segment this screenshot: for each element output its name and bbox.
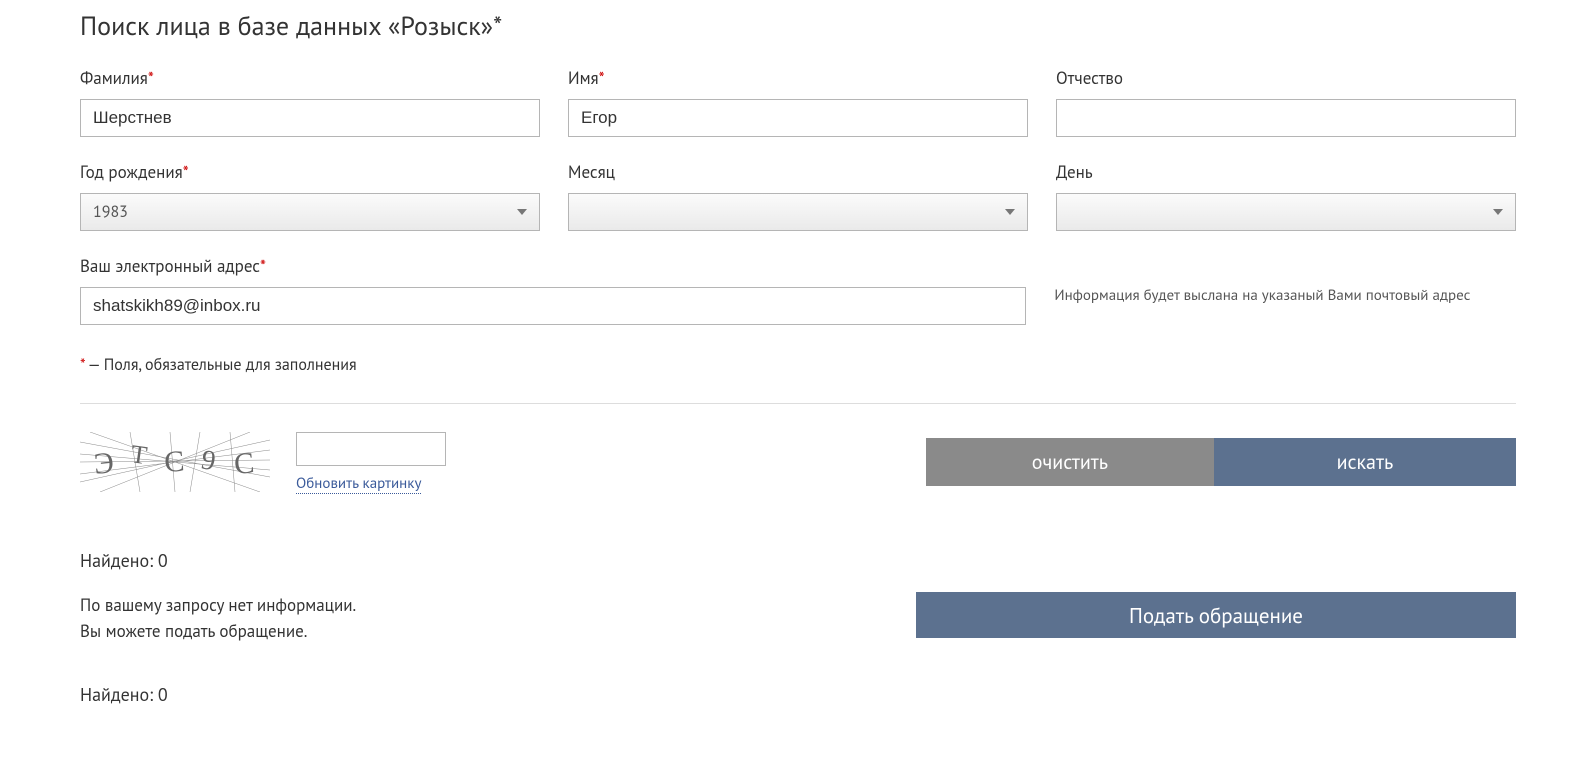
- surname-input[interactable]: [80, 99, 540, 137]
- captcha-refresh-link[interactable]: Обновить картинку: [296, 474, 421, 494]
- captcha-input[interactable]: [296, 432, 446, 466]
- birth-year-col: Год рождения* 1983: [80, 161, 540, 231]
- surname-col: Фамилия*: [80, 67, 540, 137]
- no-results-message: По вашему запросу нет информации. Вы мож…: [80, 592, 356, 645]
- patronymic-col: Отчество: [1056, 67, 1516, 137]
- svg-text:С: С: [163, 445, 185, 479]
- birth-year-select[interactable]: 1983: [80, 193, 540, 231]
- search-button[interactable]: искать: [1214, 438, 1516, 486]
- action-buttons: очистить искать: [926, 438, 1516, 486]
- day-label: День: [1056, 161, 1516, 183]
- email-col: Ваш электронный адрес*: [80, 255, 1026, 325]
- name-col: Имя*: [568, 67, 1028, 137]
- patronymic-label: Отчество: [1056, 67, 1516, 89]
- results-row: По вашему запросу нет информации. Вы мож…: [80, 592, 1516, 645]
- svg-text:Э: Э: [92, 446, 115, 481]
- results-block: Найдено: 0 По вашему запросу нет информа…: [80, 549, 1516, 706]
- svg-text:9: 9: [199, 444, 218, 477]
- email-note-col: Информация будет выслана на указаный Вам…: [1054, 255, 1516, 308]
- results-found-2: Найдено: 0: [80, 683, 1516, 706]
- day-col: День: [1056, 161, 1516, 231]
- chevron-down-icon: [1493, 209, 1503, 215]
- name-row: Фамилия* Имя* Отчество: [80, 67, 1516, 137]
- email-label: Ваш электронный адрес*: [80, 255, 1026, 277]
- month-label: Месяц: [568, 161, 1028, 183]
- email-note: Информация будет выслана на указаный Вам…: [1054, 285, 1516, 308]
- name-label: Имя*: [568, 67, 1028, 89]
- surname-label: Фамилия*: [80, 67, 540, 89]
- patronymic-input[interactable]: [1056, 99, 1516, 137]
- svg-text:С: С: [233, 446, 256, 481]
- day-select[interactable]: [1056, 193, 1516, 231]
- month-select[interactable]: [568, 193, 1028, 231]
- email-input[interactable]: [80, 287, 1026, 325]
- submit-request-wrap: Подать обращение: [916, 592, 1516, 638]
- required-star-icon: *: [148, 67, 154, 89]
- captcha-input-block: Обновить картинку: [296, 432, 446, 494]
- page-title: Поиск лица в базе данных «Розыск»*: [80, 10, 1516, 43]
- chevron-down-icon: [1005, 209, 1015, 215]
- month-col: Месяц: [568, 161, 1028, 231]
- results-found-1: Найдено: 0: [80, 549, 1516, 572]
- name-input[interactable]: [568, 99, 1028, 137]
- submit-request-button[interactable]: Подать обращение: [916, 592, 1516, 638]
- required-star-icon: *: [260, 255, 266, 277]
- clear-button[interactable]: очистить: [926, 438, 1214, 486]
- captcha-image: Э Т С 9 С: [80, 432, 270, 492]
- birth-year-label: Год рождения*: [80, 161, 540, 183]
- birth-year-value: 1983: [93, 202, 517, 222]
- email-row: Ваш электронный адрес* Информация будет …: [80, 255, 1516, 325]
- chevron-down-icon: [517, 209, 527, 215]
- required-star-icon: *: [183, 161, 189, 183]
- captcha-svg-icon: Э Т С 9 С: [80, 432, 270, 492]
- required-fields-note: * — Поля, обязательные для заполнения: [80, 355, 1516, 375]
- birth-row: Год рождения* 1983 Месяц День: [80, 161, 1516, 231]
- required-star-icon: *: [599, 67, 605, 89]
- captcha-row: Э Т С 9 С Обновить картинку очистить иск…: [80, 432, 1516, 494]
- divider: [80, 403, 1516, 404]
